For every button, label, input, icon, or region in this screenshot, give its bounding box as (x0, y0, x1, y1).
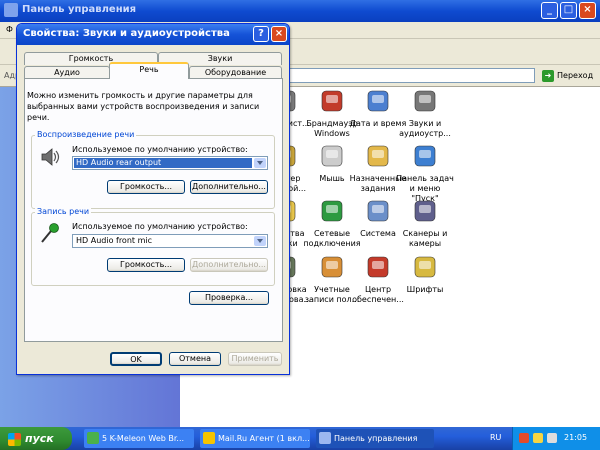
taskbar-icon (410, 142, 440, 172)
chevron-down-icon (254, 158, 266, 168)
cp-item-label: Звуки и аудиоустр... (399, 119, 451, 138)
recording-default-label: Используемое по умолчанию устройство: (72, 222, 248, 231)
playback-device-select[interactable]: HD Audio rear output (72, 156, 268, 170)
menu-file[interactable]: Ф (6, 25, 13, 34)
cp-item-label: Шрифты (406, 285, 444, 294)
taskbar: пуск 5 K-Meleon Web Br... Mail.Ru Агент … (0, 427, 600, 450)
control-panel-title-icon (4, 3, 18, 17)
users-icon (317, 253, 347, 283)
minimize-button[interactable]: _ (541, 2, 558, 19)
task-control-panel[interactable]: Панель управления (316, 429, 434, 448)
microphone-icon (41, 223, 59, 243)
playback-advanced-button[interactable]: Дополнительно... (190, 180, 268, 194)
task-label: Mail.Ru Агент (1 вкл... (218, 434, 310, 443)
recording-advanced-button[interactable]: Дополнительно... (190, 258, 268, 272)
cp-item[interactable]: Звуки и аудиоустр... (395, 87, 455, 139)
go-arrow-icon: ➜ (542, 69, 554, 82)
apply-button[interactable]: Применить (228, 352, 282, 366)
tray-icon-1[interactable] (519, 433, 529, 443)
shield-icon (363, 253, 393, 283)
control-panel-title: Панель управления (22, 4, 137, 15)
test-button[interactable]: Проверка... (189, 291, 269, 305)
speaker-icon (41, 148, 60, 166)
dialog-titlebar[interactable]: Свойства: Звуки и аудиоустройства ? × (17, 24, 289, 45)
ok-button[interactable]: OK (110, 352, 162, 366)
tray-icon-2[interactable] (533, 433, 543, 443)
recording-device-value: HD Audio front mic (76, 236, 152, 245)
playback-device-value: HD Audio rear output (74, 158, 252, 168)
cp-item[interactable]: Сканеры и камеры (395, 197, 455, 249)
cp-item[interactable]: Шрифты (395, 253, 455, 295)
scheduled-tasks-icon (363, 142, 393, 172)
cp-item[interactable]: Панель задач и меню "Пуск" (395, 142, 455, 204)
close-button[interactable]: × (579, 2, 596, 19)
computer-icon (363, 197, 393, 227)
go-label: Переход (557, 71, 594, 80)
dialog-title: Свойства: Звуки и аудиоустройства (23, 28, 230, 39)
mouse-icon (317, 142, 347, 172)
task-kmeleon[interactable]: 5 K-Meleon Web Br... (84, 429, 194, 448)
scanner-icon (410, 197, 440, 227)
task-label: Панель управления (334, 434, 418, 443)
clock-icon (363, 87, 393, 117)
mailru-agent-icon (203, 432, 215, 444)
playback-volume-button[interactable]: Громкость... (107, 180, 185, 194)
recording-legend: Запись речи (35, 207, 92, 216)
speaker-icon (410, 87, 440, 117)
sound-properties-dialog: Свойства: Звуки и аудиоустройства ? × Гр… (16, 23, 290, 375)
recording-device-select[interactable]: HD Audio front mic (72, 234, 268, 248)
chevron-down-icon (254, 236, 266, 246)
control-panel-titlebar[interactable]: Панель управления _ □ × (0, 0, 600, 22)
task-mailru-agent[interactable]: Mail.Ru Агент (1 вкл... (200, 429, 310, 448)
network-icon (317, 197, 347, 227)
fonts-icon (410, 253, 440, 283)
go-button[interactable]: ➜ Переход (542, 68, 598, 83)
task-label: 5 K-Meleon Web Br... (102, 434, 185, 443)
tab-voice[interactable]: Речь (109, 62, 189, 79)
voice-description: Можно изменить громкость и другие параме… (27, 91, 260, 122)
cancel-button[interactable]: Отмена (169, 352, 221, 366)
start-button[interactable]: пуск (0, 427, 72, 450)
start-label: пуск (25, 432, 54, 445)
dialog-close-button[interactable]: × (271, 26, 287, 42)
tray-icon-3[interactable] (547, 433, 557, 443)
clock: 21:05 (564, 433, 588, 442)
language-indicator[interactable]: RU (490, 433, 501, 442)
cp-item-label: Сканеры и камеры (402, 229, 448, 248)
firewall-icon (317, 87, 347, 117)
windows-logo-icon (8, 432, 21, 446)
maximize-button[interactable]: □ (560, 2, 577, 19)
playback-legend: Воспроизведение речи (35, 130, 137, 139)
recording-volume-button[interactable]: Громкость... (107, 258, 185, 272)
control-panel-icon (319, 432, 331, 444)
help-button[interactable]: ? (253, 26, 269, 42)
playback-default-label: Используемое по умолчанию устройство: (72, 145, 248, 154)
kmeleon-icon (87, 432, 99, 444)
